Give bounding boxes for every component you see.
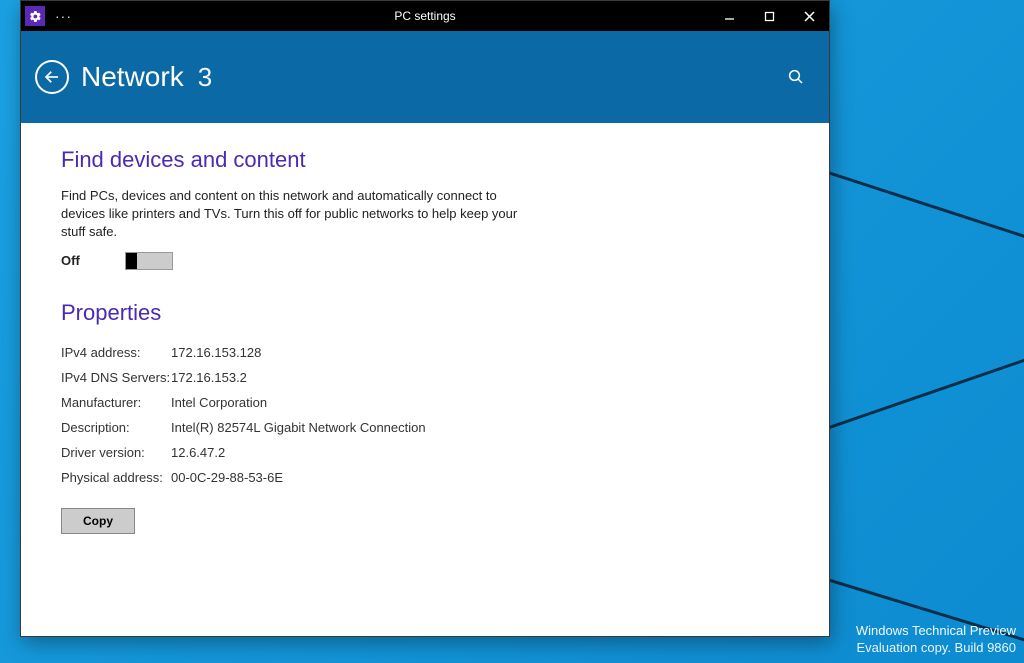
property-value: Intel(R) 82574L Gigabit Network Connecti… (171, 420, 426, 435)
copy-button[interactable]: Copy (61, 508, 135, 534)
property-key: Manufacturer: (61, 395, 171, 410)
property-key: Physical address: (61, 470, 171, 485)
property-row: Driver version: 12.6.47.2 (61, 440, 789, 465)
property-value: 12.6.47.2 (171, 445, 225, 460)
find-devices-toggle[interactable] (125, 252, 173, 270)
property-value: 172.16.153.2 (171, 370, 247, 385)
toggle-thumb (126, 253, 137, 269)
find-devices-heading: Find devices and content (61, 147, 789, 173)
search-icon[interactable] (785, 66, 807, 88)
page-title: Network (81, 61, 184, 93)
back-button[interactable] (35, 60, 69, 94)
window-titlebar[interactable]: ··· PC settings (21, 1, 829, 31)
find-devices-description: Find PCs, devices and content on this ne… (61, 187, 521, 242)
property-key: Description: (61, 420, 171, 435)
property-key: Driver version: (61, 445, 171, 460)
property-value: 00-0C-29-88-53-6E (171, 470, 283, 485)
property-key: IPv4 address: (61, 345, 171, 360)
pc-settings-window: ··· PC settings Network 3 (20, 0, 830, 637)
watermark-line2: Evaluation copy. Build 9860 (856, 639, 1016, 657)
property-row: Physical address: 00-0C-29-88-53-6E (61, 465, 789, 490)
property-row: Manufacturer: Intel Corporation (61, 390, 789, 415)
app-icon (25, 6, 45, 26)
content-area: Find devices and content Find PCs, devic… (21, 123, 829, 636)
property-row: IPv4 DNS Servers: 172.16.153.2 (61, 365, 789, 390)
property-value: 172.16.153.128 (171, 345, 261, 360)
property-key: IPv4 DNS Servers: (61, 370, 171, 385)
properties-table: IPv4 address: 172.16.153.128 IPv4 DNS Se… (61, 340, 789, 490)
windows-watermark: Windows Technical Preview Evaluation cop… (856, 622, 1016, 657)
property-row: IPv4 address: 172.16.153.128 (61, 340, 789, 365)
desktop-background: Windows Technical Preview Evaluation cop… (0, 0, 1024, 663)
toggle-state-label: Off (61, 253, 95, 268)
watermark-line1: Windows Technical Preview (856, 622, 1016, 640)
page-subtitle: 3 (198, 62, 212, 93)
window-title: PC settings (21, 9, 829, 23)
property-row: Description: Intel(R) 82574L Gigabit Net… (61, 415, 789, 440)
titlebar-menu-dots[interactable]: ··· (51, 8, 72, 24)
minimize-button[interactable] (709, 1, 749, 31)
property-value: Intel Corporation (171, 395, 267, 410)
properties-heading: Properties (61, 300, 789, 326)
page-header: Network 3 (21, 31, 829, 123)
close-button[interactable] (789, 1, 829, 31)
maximize-button[interactable] (749, 1, 789, 31)
